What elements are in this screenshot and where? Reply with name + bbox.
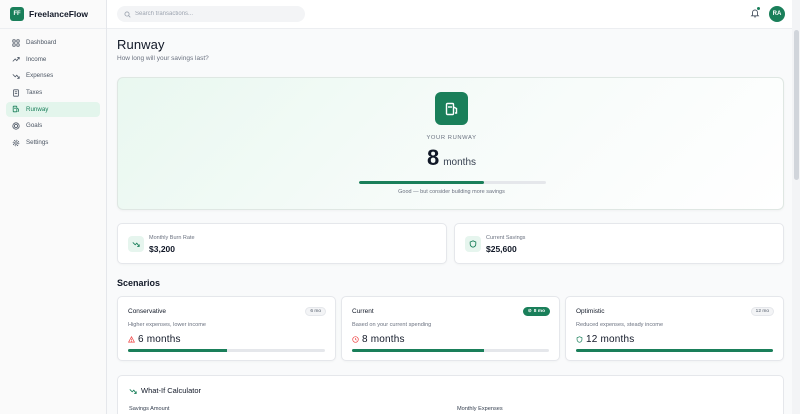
scenario-value: 6 months <box>128 334 181 345</box>
sidebar-item-label: Settings <box>26 139 49 147</box>
shield-icon <box>465 236 481 252</box>
page-content: Runway How long will your savings last? … <box>117 37 784 414</box>
scenario-description: Reduced expenses, steady income <box>576 322 664 328</box>
brand-logo: FF <box>10 7 24 21</box>
sidebar-item-income[interactable]: Income <box>6 52 100 67</box>
scenario-progress-bar <box>128 349 325 352</box>
brand-name: FreelanceFlow <box>29 9 89 19</box>
scenario-progress-fill <box>352 349 484 352</box>
badge-text: 12 mo <box>755 309 769 314</box>
runway-unit: months <box>443 157 477 168</box>
sidebar-item-label: Income <box>26 55 47 63</box>
target-icon <box>12 122 20 130</box>
scenario-card-conservative[interactable]: Conservative 6 mo Higher expenses, lower… <box>117 296 336 361</box>
stat-value: $3,200 <box>149 244 175 254</box>
sidebar-item-expenses[interactable]: Expenses <box>6 68 100 83</box>
search-icon <box>124 10 131 18</box>
scenario-value: 12 months <box>576 334 635 345</box>
calculator-title-text: What-If Calculator <box>141 386 202 395</box>
sidebar-item-label: Runway <box>26 105 49 113</box>
section-title-scenarios: Scenarios <box>117 278 161 288</box>
trend-down-icon <box>12 72 20 80</box>
runway-progress-bar <box>359 181 546 184</box>
scenario-name: Current <box>352 308 374 315</box>
scenario-value-text: 6 months <box>138 334 181 345</box>
scrollbar[interactable] <box>792 0 800 414</box>
notification-dot <box>757 7 760 10</box>
scenario-value-text: 12 months <box>586 334 635 345</box>
monthly-expenses-label: Monthly Expenses <box>457 406 503 412</box>
app-root: FF FreelanceFlow Dashboard Income Expens… <box>0 0 800 414</box>
savings-amount-label: Savings Amount <box>129 406 170 412</box>
scrollbar-thumb[interactable] <box>794 30 799 180</box>
sidebar-item-settings[interactable]: Settings <box>6 135 100 150</box>
search-input[interactable] <box>135 11 295 17</box>
stat-label: Monthly Burn Rate <box>149 235 195 241</box>
scenario-value-text: 8 months <box>362 334 405 345</box>
scenario-badge: 6 mo <box>305 307 326 316</box>
runway-progress-fill <box>359 181 485 184</box>
avatar[interactable]: RA <box>769 6 785 22</box>
fuel-icon <box>435 92 468 125</box>
scenario-name: Optimistic <box>576 308 605 315</box>
sidebar-item-label: Dashboard <box>26 39 57 46</box>
scenario-card-current[interactable]: Current ⊘ 8 mo Based on your current spen… <box>341 296 560 361</box>
main-area: RA Runway How long will your savings las… <box>107 0 800 414</box>
calculator-title: What-If Calculator <box>129 386 201 395</box>
runway-hero-card: YOUR RUNWAY 8 months Good — but consider … <box>117 77 784 210</box>
brand[interactable]: FF FreelanceFlow <box>0 0 106 29</box>
scenario-description: Higher expenses, lower income <box>128 322 207 328</box>
sidebar-item-goals[interactable]: Goals <box>6 118 100 133</box>
shield-icon <box>576 336 583 343</box>
page-subtitle: How long will your savings last? <box>117 55 209 62</box>
stat-value: $25,600 <box>486 244 517 254</box>
sidebar-item-label: Goals <box>26 122 43 130</box>
sidebar-nav: Dashboard Income Expenses Taxes Runway G… <box>0 29 106 150</box>
sidebar-item-dashboard[interactable]: Dashboard <box>6 35 100 50</box>
stat-card-current-savings: Current Savings $25,600 <box>454 223 784 264</box>
scenario-progress-fill <box>576 349 773 352</box>
page-title: Runway <box>117 37 165 52</box>
scenario-name: Conservative <box>128 308 166 315</box>
runway-note: Good — but consider building more saving… <box>398 189 505 195</box>
scenario-badge: ⊘ 8 mo <box>522 307 550 316</box>
alert-triangle-icon <box>128 336 135 343</box>
search-box[interactable] <box>117 6 305 22</box>
trend-down-icon <box>128 236 144 252</box>
check-circle-icon: ⊘ <box>527 309 532 314</box>
topbar: RA <box>107 0 800 29</box>
trend-down-icon <box>129 388 137 394</box>
scenario-progress-fill <box>128 349 227 352</box>
scenario-description: Based on your current spending <box>352 322 432 328</box>
scenario-progress-bar <box>352 349 549 352</box>
grid-icon <box>12 38 20 47</box>
stat-label: Current Savings <box>486 235 526 241</box>
scenario-card-optimistic[interactable]: Optimistic 12 mo Reduced expenses, stead… <box>565 296 784 361</box>
what-if-calculator: What-If Calculator Savings Amount Monthl… <box>117 375 784 414</box>
stat-card-burn-rate: Monthly Burn Rate $3,200 <box>117 223 447 264</box>
fuel-icon <box>12 105 20 113</box>
clock-icon <box>352 336 359 343</box>
sidebar-item-runway[interactable]: Runway <box>6 101 100 117</box>
sidebar-item-label: Expenses <box>26 72 54 80</box>
badge-text: 6 mo <box>310 309 321 314</box>
trend-up-icon <box>12 55 20 63</box>
gear-icon <box>12 139 20 147</box>
scenario-value: 8 months <box>352 334 405 345</box>
sidebar-item-label: Taxes <box>26 89 43 97</box>
scenario-progress-bar <box>576 349 773 352</box>
receipt-icon <box>12 88 20 97</box>
runway-number: 8 <box>426 145 440 170</box>
runway-value: 8 months <box>118 145 785 171</box>
badge-text: 8 mo <box>533 309 545 314</box>
scenario-badge: 12 mo <box>750 307 774 316</box>
runway-label: YOUR RUNWAY <box>426 135 477 141</box>
sidebar-item-taxes[interactable]: Taxes <box>6 85 100 100</box>
sidebar: FF FreelanceFlow Dashboard Income Expens… <box>0 0 107 414</box>
